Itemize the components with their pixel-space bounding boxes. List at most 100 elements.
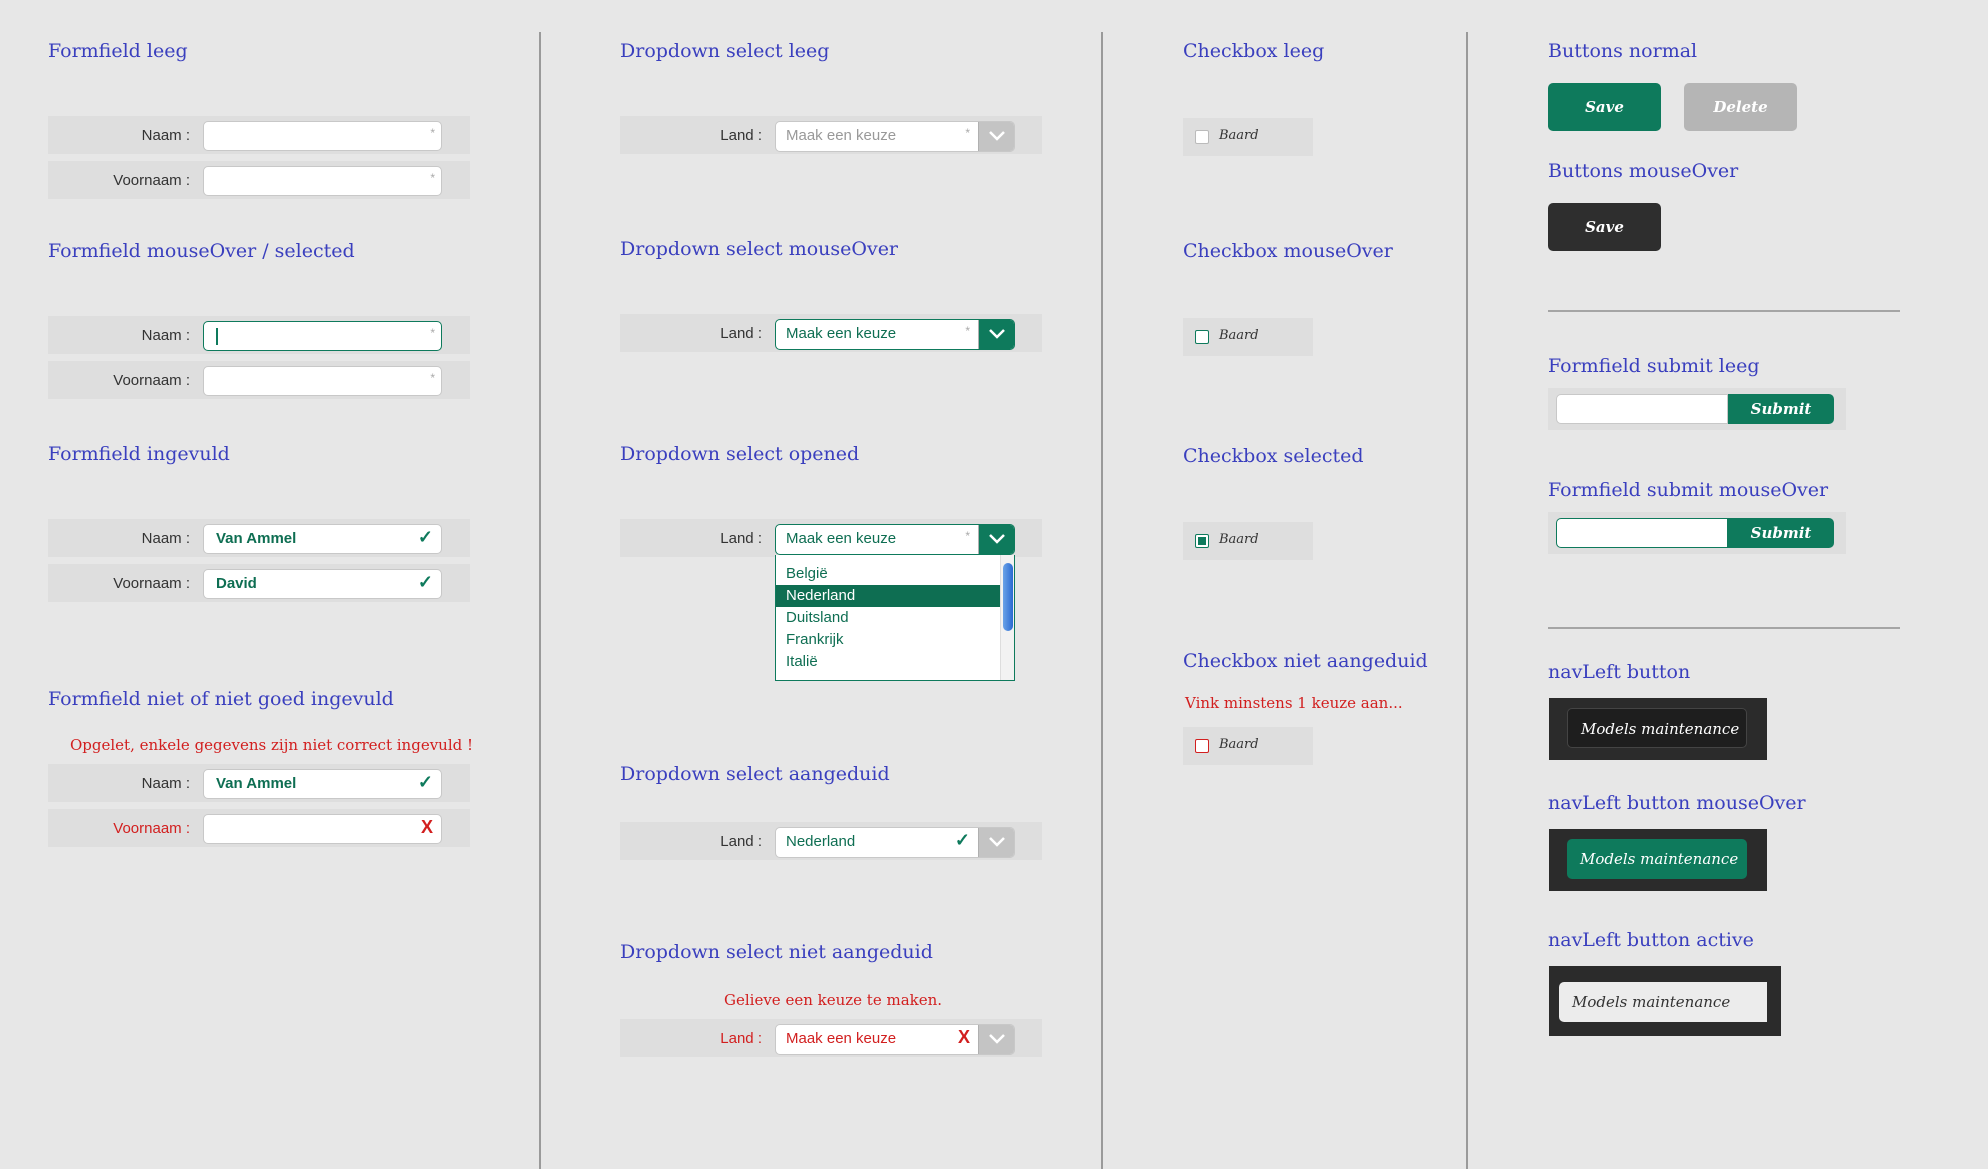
label-land: Land : <box>720 833 762 850</box>
label-naam: Naam : <box>141 530 190 547</box>
dropdown-options-list: België Nederland Duitsland Frankrijk Ita… <box>775 555 1015 681</box>
chevron-down-icon[interactable] <box>978 828 1014 857</box>
dropdown-placeholder: Maak een keuze <box>786 1030 897 1047</box>
section-divider <box>1548 310 1900 312</box>
label-voornaam: Voornaam : <box>113 575 190 592</box>
section-title-submit-hover: Formfield submit mouseOver <box>1548 479 1829 501</box>
checkbox-row[interactable]: Baard <box>1183 727 1313 765</box>
submit-input-hover[interactable] <box>1556 518 1728 548</box>
section-title-formfield-invalid: Formfield niet of niet goed ingevuld <box>48 688 394 710</box>
section-title-checkbox-empty: Checkbox leeg <box>1183 40 1325 62</box>
nav-left-button-hover[interactable]: Models maintenance <box>1567 839 1747 879</box>
nav-left-button[interactable]: Models maintenance <box>1567 708 1747 748</box>
checkbox-baard[interactable] <box>1195 130 1209 144</box>
naam-value: Van Ammel <box>216 775 297 792</box>
column-separator <box>539 32 541 1169</box>
label-land: Land : <box>720 325 762 342</box>
scrollbar[interactable] <box>1000 555 1014 680</box>
error-message: Gelieve een keuze te maken. <box>724 991 943 1009</box>
voornaam-input-filled[interactable]: David ✓ <box>203 569 442 599</box>
checkbox-baard-checked[interactable] <box>1195 534 1209 548</box>
land-dropdown-open[interactable]: Maak een keuze * <box>775 524 1015 555</box>
chevron-down-icon[interactable] <box>978 320 1014 349</box>
naam-input-filled[interactable]: Van Ammel ✓ <box>203 524 442 554</box>
dropdown-option[interactable]: Duitsland <box>776 607 1014 629</box>
submit-input[interactable] <box>1556 394 1728 424</box>
checkbox-label: Baard <box>1219 128 1259 143</box>
label-naam: Naam : <box>141 127 190 144</box>
section-title-checkbox-invalid: Checkbox niet aangeduid <box>1183 650 1428 672</box>
label-voornaam-error: Voornaam : <box>113 820 190 837</box>
land-dropdown-selected[interactable]: Nederland ✓ <box>775 827 1015 858</box>
checkbox-row[interactable]: Baard <box>1183 522 1313 560</box>
section-title-dropdown-selected: Dropdown select aangeduid <box>620 763 890 785</box>
nav-left-container: Models maintenance <box>1549 966 1781 1036</box>
delete-button[interactable]: Delete <box>1684 83 1797 131</box>
check-icon: ✓ <box>954 830 970 850</box>
label-land: Land : <box>720 530 762 547</box>
land-dropdown-error[interactable]: Maak een keuze X <box>775 1024 1015 1055</box>
save-button[interactable]: Save <box>1548 83 1661 131</box>
checkbox-baard-hover[interactable] <box>1195 330 1209 344</box>
check-icon: ✓ <box>417 772 433 792</box>
voornaam-input[interactable]: * <box>203 166 442 196</box>
checkbox-row[interactable]: Baard <box>1183 318 1313 356</box>
section-title-buttons-hover: Buttons mouseOver <box>1548 160 1739 182</box>
naam-input-filled[interactable]: Van Ammel ✓ <box>203 769 442 799</box>
nav-left-button-active[interactable]: Models maintenance <box>1559 982 1767 1022</box>
scrollbar-thumb[interactable] <box>1003 563 1013 631</box>
land-dropdown-hover[interactable]: Maak een keuze * <box>775 319 1015 350</box>
nav-left-container: Models maintenance <box>1549 829 1767 891</box>
submit-row: Submit <box>1548 388 1846 430</box>
chevron-down-icon[interactable] <box>978 525 1014 554</box>
section-title-formfield-empty: Formfield leeg <box>48 40 188 62</box>
section-title-dropdown-opened: Dropdown select opened <box>620 443 860 465</box>
check-icon: ✓ <box>417 527 433 547</box>
section-title-nav: navLeft button <box>1548 661 1691 683</box>
label-naam: Naam : <box>141 775 190 792</box>
section-divider <box>1548 627 1900 629</box>
dropdown-option[interactable]: Frankrijk <box>776 629 1014 651</box>
error-message: Vink minstens 1 keuze aan... <box>1185 694 1403 712</box>
required-asterisk: * <box>965 126 970 140</box>
dropdown-placeholder: Maak een keuze <box>786 127 897 144</box>
section-title-checkbox-selected: Checkbox selected <box>1183 445 1364 467</box>
text-cursor <box>216 328 218 345</box>
dropdown-option[interactable]: Italië <box>776 651 1014 673</box>
section-title-submit-empty: Formfield submit leeg <box>1548 355 1760 377</box>
checkbox-baard-error[interactable] <box>1195 739 1209 753</box>
voornaam-input-error[interactable]: X <box>203 814 442 844</box>
required-asterisk: * <box>430 371 435 385</box>
column-separator <box>1101 32 1103 1169</box>
checkbox-row[interactable]: Baard <box>1183 118 1313 156</box>
error-message: Opgelet, enkele gegevens zijn niet corre… <box>70 736 474 754</box>
required-asterisk: * <box>965 529 970 543</box>
naam-input[interactable]: * <box>203 121 442 151</box>
nav-left-container: Models maintenance <box>1549 698 1767 760</box>
dropdown-placeholder: Maak een keuze <box>786 530 897 547</box>
submit-button[interactable]: Submit <box>1728 394 1834 424</box>
dropdown-option[interactable]: België <box>776 563 1014 585</box>
checkbox-label: Baard <box>1219 737 1259 752</box>
section-title-nav-hover: navLeft button mouseOver <box>1548 792 1806 814</box>
required-asterisk: * <box>430 326 435 340</box>
label-voornaam: Voornaam : <box>113 172 190 189</box>
save-button-hover[interactable]: Save <box>1548 203 1661 251</box>
submit-button[interactable]: Submit <box>1728 518 1834 548</box>
section-title-dropdown-invalid: Dropdown select niet aangeduid <box>620 941 933 963</box>
chevron-down-icon[interactable] <box>978 122 1014 151</box>
error-x-icon: X <box>957 1027 970 1047</box>
section-title-nav-active: navLeft button active <box>1548 929 1754 951</box>
dropdown-option-selected[interactable]: Nederland <box>776 585 1014 607</box>
required-asterisk: * <box>965 324 970 338</box>
chevron-down-icon[interactable] <box>978 1025 1014 1054</box>
voornaam-input[interactable]: * <box>203 366 442 396</box>
checkbox-label: Baard <box>1219 328 1259 343</box>
naam-input-focused[interactable]: * <box>203 321 442 351</box>
section-title-buttons-normal: Buttons normal <box>1548 40 1698 62</box>
dropdown-placeholder: Maak een keuze <box>786 325 897 342</box>
naam-value: Van Ammel <box>216 530 297 547</box>
label-voornaam: Voornaam : <box>113 372 190 389</box>
label-land: Land : <box>720 127 762 144</box>
land-dropdown[interactable]: Maak een keuze * <box>775 121 1015 152</box>
